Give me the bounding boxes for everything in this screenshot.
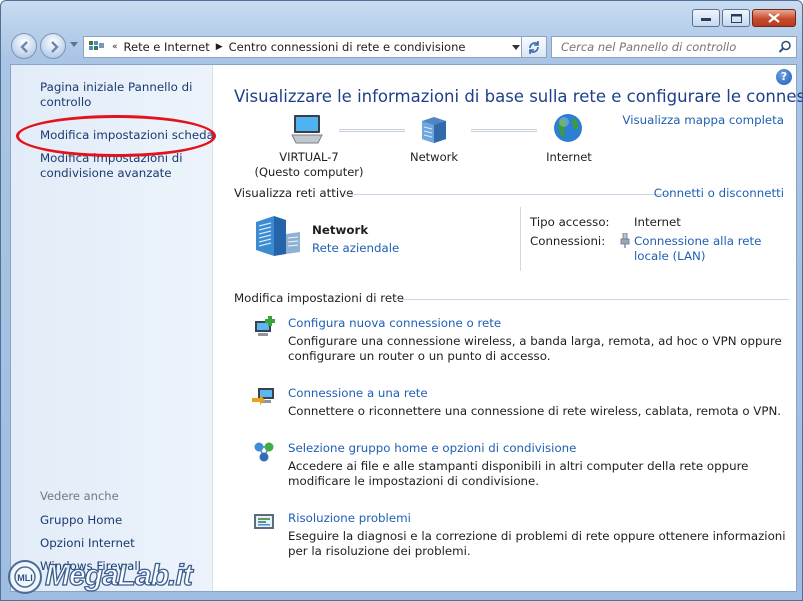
sidebar: Pagina iniziale Pannello di controllo Mo… xyxy=(11,65,216,591)
window-controls xyxy=(692,9,796,27)
page-title: Visualizzare le informazioni di base sul… xyxy=(234,87,803,106)
breadcrumb-separator[interactable]: ▶ xyxy=(216,42,223,52)
back-button[interactable] xyxy=(11,33,37,59)
main-panel: Visualizzare le informazioni di base sul… xyxy=(214,65,803,591)
search-box[interactable] xyxy=(551,36,797,58)
close-icon xyxy=(768,13,780,23)
megalab-logo-icon: MLI xyxy=(8,560,42,594)
lan-icon xyxy=(620,233,630,248)
task-desc: Configurare una connessione wireless, a … xyxy=(288,334,782,363)
new-connection-icon[interactable] xyxy=(252,316,276,338)
sidebar-item-homegroup[interactable]: Gruppo Home xyxy=(40,513,122,528)
see-also-header: Vedere anche xyxy=(40,489,119,503)
explorer-window: « Rete e Internet ▶ Centro connessioni d… xyxy=(0,0,803,601)
network-type-link[interactable]: Rete aziendale xyxy=(312,241,399,255)
refresh-button[interactable] xyxy=(521,36,547,58)
network-icon[interactable] xyxy=(418,113,450,145)
maximize-button[interactable] xyxy=(722,9,750,27)
access-type-label: Tipo accesso: xyxy=(530,215,610,229)
search-input[interactable] xyxy=(552,37,762,57)
connections-label: Connessioni: xyxy=(530,234,606,248)
map-node-network: Network xyxy=(409,150,459,164)
computer-subtitle: (Questo computer) xyxy=(254,165,364,179)
task-desc: Connettere o riconnettere una connession… xyxy=(288,404,782,418)
refresh-icon xyxy=(529,41,539,54)
computer-icon[interactable] xyxy=(290,113,324,145)
minimize-icon xyxy=(701,18,711,21)
change-settings-header: Modifica impostazioni di rete xyxy=(234,291,404,305)
svg-text:MLI: MLI xyxy=(17,573,33,583)
connect-network-icon[interactable] xyxy=(252,386,276,408)
breadcrumb-overflow[interactable]: « xyxy=(112,42,118,52)
active-networks-header: Visualizza reti attive xyxy=(234,186,354,200)
access-type-value: Internet xyxy=(634,215,681,229)
connect-disconnect-link[interactable]: Connetti o disconnetti xyxy=(654,186,784,200)
task-desc: Eseguire la diagnosi e la correzione di … xyxy=(288,529,786,558)
breadcrumb-centro-connessioni[interactable]: Centro connessioni di rete e condivision… xyxy=(229,40,466,54)
computer-name: VIRTUAL-7 xyxy=(279,150,339,164)
homegroup-icon[interactable] xyxy=(252,441,276,463)
forward-icon xyxy=(51,41,59,53)
back-icon xyxy=(20,41,28,53)
watermark: MLI MegaLab.it xyxy=(1,549,231,601)
view-full-map-link[interactable]: Visualizza mappa completa xyxy=(622,113,784,127)
task-link-new-connection[interactable]: Configura nuova connessione o rete xyxy=(288,316,501,330)
breadcrumb-rete-internet[interactable]: Rete e Internet xyxy=(124,40,210,54)
map-node-computer: VIRTUAL-7 (Questo computer) xyxy=(254,150,364,180)
navigation-bar: « Rete e Internet ▶ Centro connessioni d… xyxy=(11,33,797,61)
address-icon xyxy=(89,41,104,50)
internet-icon[interactable] xyxy=(552,112,584,144)
map-connector xyxy=(339,129,405,132)
minimize-button[interactable] xyxy=(692,9,720,27)
network-building-icon[interactable] xyxy=(252,212,304,258)
task-link-troubleshoot[interactable]: Risoluzione problemi xyxy=(288,511,411,525)
watermark-text: MegaLab.it xyxy=(44,558,193,592)
sidebar-item-home[interactable]: Pagina iniziale Pannello di controllo xyxy=(40,80,200,110)
map-connector xyxy=(471,129,537,132)
troubleshoot-icon[interactable] xyxy=(252,511,276,533)
maximize-icon xyxy=(730,13,742,23)
active-network-name: Network xyxy=(312,223,369,237)
lan-connection-link[interactable]: Connessione alla rete locale (LAN) xyxy=(634,234,794,264)
highlight-ellipse xyxy=(16,115,216,157)
address-bar[interactable]: « Rete e Internet ▶ Centro connessioni d… xyxy=(83,36,527,58)
chevron-down-icon xyxy=(512,44,520,50)
divider xyxy=(394,299,789,300)
content-area: Pagina iniziale Pannello di controllo Mo… xyxy=(10,64,803,592)
task-link-connect-network[interactable]: Connessione a una rete xyxy=(288,386,428,400)
search-icon[interactable] xyxy=(778,40,792,54)
history-chevron-icon[interactable] xyxy=(70,42,78,48)
task-desc: Accedere ai file e alle stampanti dispon… xyxy=(288,459,749,488)
divider xyxy=(520,207,521,271)
divider xyxy=(344,194,669,195)
map-node-internet: Internet xyxy=(546,150,592,164)
task-link-homegroup[interactable]: Selezione gruppo home e opzioni di condi… xyxy=(288,441,576,455)
forward-button[interactable] xyxy=(40,33,66,59)
close-button[interactable] xyxy=(752,9,796,27)
